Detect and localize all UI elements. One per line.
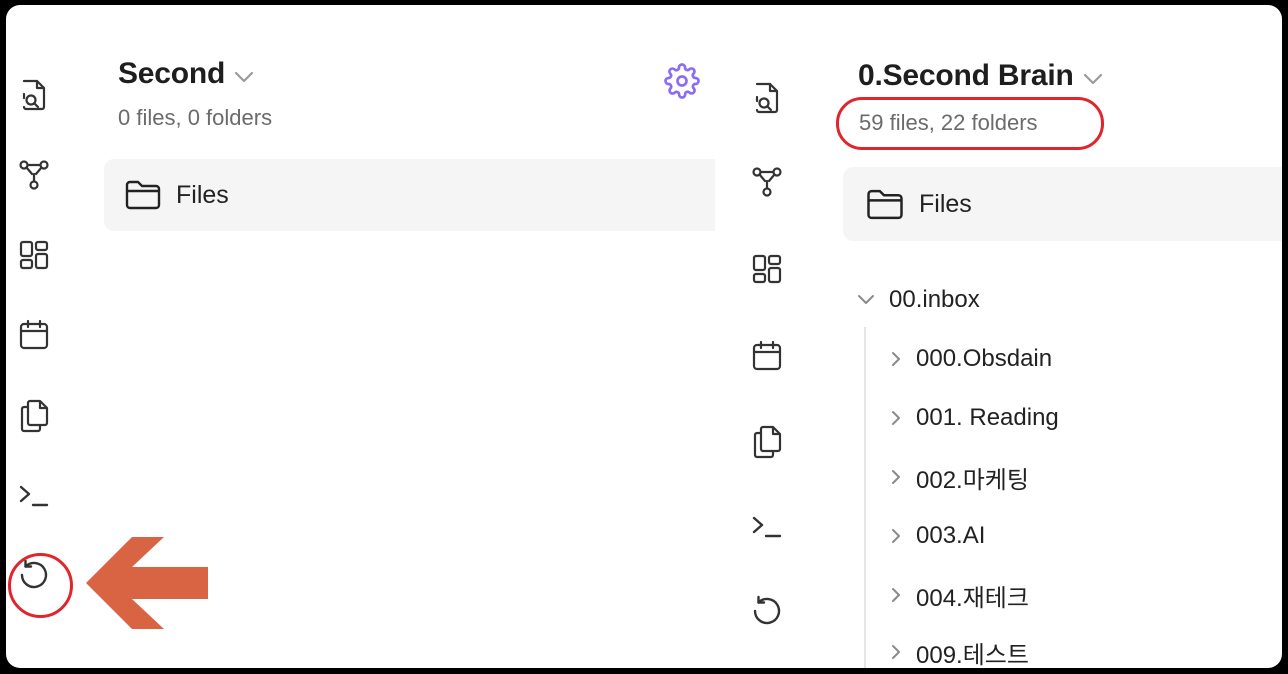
- copy-icon[interactable]: [749, 423, 785, 459]
- graph-icon[interactable]: [749, 164, 785, 200]
- tree-folder-label: 00.inbox: [889, 286, 980, 313]
- chevron-down-icon: [858, 295, 874, 304]
- highlight-circle: [8, 553, 73, 618]
- vault-switcher[interactable]: 0.Second Brain: [858, 59, 1104, 94]
- chevron-right-icon: [892, 470, 900, 484]
- tree-indent-guide: [864, 327, 866, 668]
- tree-folder-item[interactable]: 009.테스트: [890, 635, 1029, 668]
- chevron-down-icon: [233, 58, 255, 92]
- tree-folder-item[interactable]: 001. Reading: [890, 401, 1059, 435]
- tree-folder-label: 009.테스트: [916, 641, 1029, 669]
- tree-folder-item[interactable]: 004.재테크: [890, 578, 1029, 612]
- chevron-right-icon: [892, 588, 900, 602]
- search-file-icon[interactable]: [16, 77, 52, 113]
- tree-folder-item[interactable]: 000.Obsdain: [890, 342, 1052, 376]
- vault-name: 0.Second Brain: [858, 59, 1074, 92]
- search-file-icon[interactable]: [749, 80, 785, 116]
- files-tab[interactable]: Files: [104, 159, 715, 231]
- vault-count: 0 files, 0 folders: [118, 105, 273, 130]
- right-pane: 0.Second Brain 59 files, 22 folders File…: [715, 5, 1282, 668]
- graph-icon[interactable]: [16, 157, 52, 193]
- gear-icon[interactable]: [664, 63, 700, 104]
- chevron-right-icon: [892, 529, 900, 543]
- left-pane: Second 0 files, 0 folders Files: [6, 5, 715, 668]
- tree-folder-inbox[interactable]: 00.inbox: [857, 283, 980, 317]
- tree-folder-label: 002.마케팅: [916, 466, 1029, 494]
- tree-folder-label: 001. Reading: [916, 404, 1059, 431]
- folder-icon: [124, 179, 162, 211]
- copy-icon[interactable]: [16, 397, 52, 433]
- chevron-down-icon: [1082, 60, 1104, 94]
- files-tab-label: Files: [176, 180, 229, 209]
- folder-icon: [865, 188, 905, 221]
- chevron-right-icon: [892, 645, 900, 659]
- dashboard-icon[interactable]: [749, 251, 785, 287]
- calendar-icon[interactable]: [749, 338, 785, 374]
- highlight-pill: [836, 97, 1104, 150]
- tree-folder-label: 004.재테크: [916, 584, 1029, 612]
- screenshot-frame: Second 0 files, 0 folders Files 0.Second…: [6, 5, 1282, 668]
- tree-folder-label: 003.AI: [916, 522, 986, 549]
- chevron-right-icon: [892, 352, 900, 366]
- right-ribbon: [715, 5, 787, 668]
- files-tab[interactable]: Files: [843, 167, 1282, 241]
- vault-switcher[interactable]: Second: [118, 57, 255, 92]
- arrow-left-icon: [86, 535, 208, 636]
- terminal-icon[interactable]: [749, 508, 785, 544]
- tree-folder-item[interactable]: 002.마케팅: [890, 460, 1029, 494]
- dashboard-icon[interactable]: [16, 237, 52, 273]
- chevron-right-icon: [892, 411, 900, 425]
- history-icon[interactable]: [749, 593, 785, 629]
- tree-folder-label: 000.Obsdain: [916, 345, 1053, 372]
- files-tab-label: Files: [919, 189, 972, 218]
- calendar-icon[interactable]: [16, 317, 52, 353]
- tree-folder-item[interactable]: 003.AI: [890, 519, 985, 553]
- vault-name: Second: [118, 57, 226, 90]
- terminal-icon[interactable]: [16, 477, 52, 513]
